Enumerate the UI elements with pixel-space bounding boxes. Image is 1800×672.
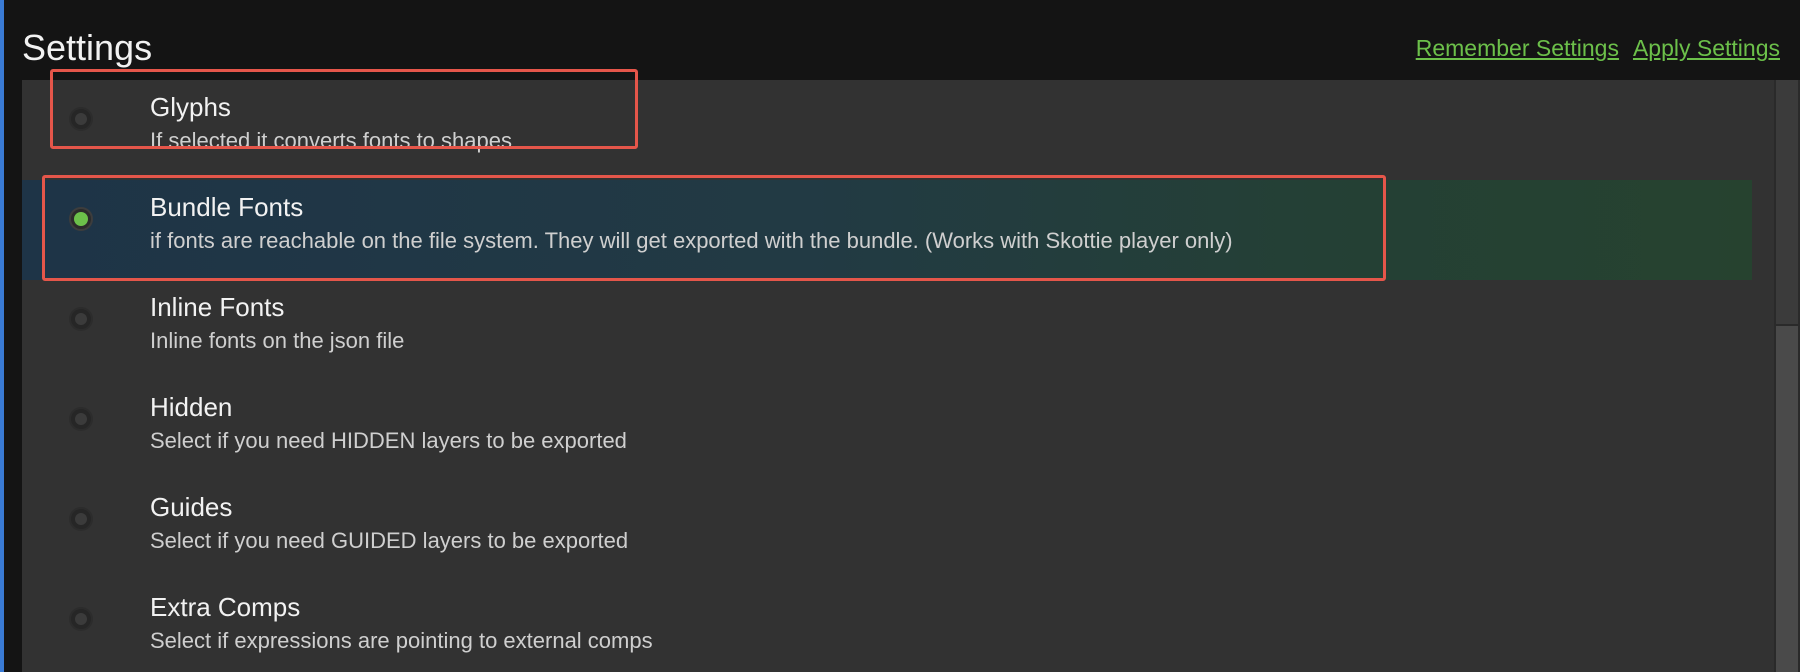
radio-unselected-icon[interactable] (69, 407, 93, 431)
radio-unselected-icon[interactable] (69, 507, 93, 531)
option-description: Select if you need HIDDEN layers to be e… (150, 428, 627, 453)
option-title: Guides (150, 492, 233, 522)
settings-window: Settings Remember Settings Apply Setting… (0, 0, 1800, 672)
option-description: If selected it converts fonts to shapes (150, 128, 512, 153)
radio-selected-icon[interactable] (69, 207, 93, 231)
settings-list: Glyphs If selected it converts fonts to … (22, 80, 1800, 672)
option-inline-fonts[interactable]: Inline Fonts Inline fonts on the json fi… (22, 280, 1752, 380)
radio-unselected-icon[interactable] (69, 107, 93, 131)
option-hidden[interactable]: Hidden Select if you need HIDDEN layers … (22, 380, 1752, 480)
remember-settings-link[interactable]: Remember Settings (1416, 33, 1619, 63)
option-description: Inline fonts on the json file (150, 328, 405, 353)
option-title: Glyphs (150, 92, 231, 122)
option-extra-comps[interactable]: Extra Comps Select if expressions are po… (22, 580, 1752, 672)
radio-unselected-icon[interactable] (69, 307, 93, 331)
option-title: Bundle Fonts (150, 192, 304, 222)
radio-unselected-icon[interactable] (69, 607, 93, 631)
page-title: Settings (22, 27, 153, 68)
left-accent-bar (0, 0, 4, 672)
scrollbar-thumb[interactable] (1776, 326, 1798, 672)
option-bundle-fonts[interactable]: Bundle Fonts if fonts are reachable on t… (22, 180, 1752, 280)
header: Settings Remember Settings Apply Setting… (0, 0, 1800, 80)
apply-settings-link[interactable]: Apply Settings (1633, 33, 1780, 63)
option-description: Select if you need GUIDED layers to be e… (150, 528, 629, 553)
option-title: Extra Comps (150, 592, 301, 622)
header-links: Remember Settings Apply Settings (1416, 33, 1780, 63)
option-description: Select if expressions are pointing to ex… (150, 628, 653, 653)
scrollbar-track-upper[interactable] (1776, 80, 1798, 324)
option-title: Hidden (150, 392, 233, 422)
option-guides[interactable]: Guides Select if you need GUIDED layers … (22, 480, 1752, 580)
option-title: Inline Fonts (150, 292, 285, 322)
option-glyphs[interactable]: Glyphs If selected it converts fonts to … (22, 80, 1752, 180)
option-description: if fonts are reachable on the file syste… (150, 228, 1233, 253)
scrollbar[interactable] (1774, 80, 1800, 672)
